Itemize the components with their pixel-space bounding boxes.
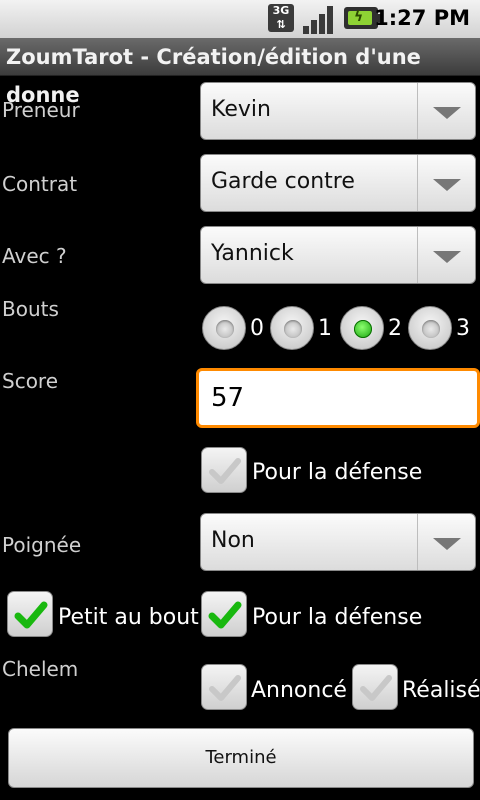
status-time: 1:27 PM: [374, 6, 470, 30]
status-bar: 3G ⇅ ϟ 1:27 PM: [0, 0, 480, 38]
check-mark-icon: [360, 675, 392, 701]
petit-au-bout-label: Petit au bout: [58, 605, 199, 630]
preneur-spinner[interactable]: Kevin: [200, 82, 476, 140]
poignee-value: Non: [211, 528, 255, 553]
chelem-realise-checkbox[interactable]: [352, 664, 398, 710]
petit-au-bout-checkbox[interactable]: [7, 591, 53, 637]
bouts-radio-3-label: 3: [456, 316, 470, 341]
bouts-radio-1-label: 1: [318, 316, 332, 341]
network-3g-icon: 3G ⇅: [268, 4, 294, 32]
dropdown-arrow-icon: [433, 538, 461, 550]
score-defense-checkbox[interactable]: [201, 447, 247, 493]
poignee-label: Poignée: [2, 533, 82, 557]
dropdown-arrow-icon: [433, 251, 461, 263]
bouts-radio-2-label: 2: [388, 316, 402, 341]
bouts-radio-3[interactable]: [408, 306, 452, 350]
check-mark-icon: [14, 601, 48, 629]
score-defense-label: Pour la défense: [252, 460, 423, 485]
chelem-label: Chelem: [2, 657, 79, 681]
preneur-label: Preneur: [2, 98, 80, 122]
avec-spinner[interactable]: Yannick: [200, 226, 476, 284]
chelem-annonce-checkbox[interactable]: [201, 664, 247, 710]
check-mark-icon: [209, 458, 241, 484]
battery-charging-icon: ϟ: [344, 7, 382, 29]
signal-strength-icon: [303, 4, 339, 34]
check-mark-icon: [208, 601, 242, 629]
app-title: ZoumTarot - Création/édition d'une donne: [0, 38, 480, 107]
preneur-value: Kevin: [211, 97, 271, 122]
chelem-annonce-label: Annoncé: [251, 678, 347, 703]
avec-label: Avec ?: [2, 244, 67, 268]
contrat-value: Garde contre: [211, 169, 355, 194]
bouts-radio-0[interactable]: [202, 306, 246, 350]
petit-defense-checkbox[interactable]: [201, 591, 247, 637]
chelem-realise-label: Réalisé: [402, 678, 480, 703]
poignee-spinner[interactable]: Non: [200, 513, 476, 571]
bouts-radio-0-label: 0: [250, 316, 264, 341]
avec-value: Yannick: [211, 241, 294, 266]
score-label: Score: [2, 369, 59, 393]
dropdown-arrow-icon: [433, 179, 461, 191]
contrat-spinner[interactable]: Garde contre: [200, 154, 476, 212]
petit-defense-label: Pour la défense: [252, 605, 423, 630]
check-mark-icon: [209, 675, 241, 701]
bouts-radio-2[interactable]: [340, 306, 384, 350]
dropdown-arrow-icon: [433, 107, 461, 119]
contrat-label: Contrat: [2, 172, 78, 196]
done-button[interactable]: Terminé: [8, 728, 474, 788]
bouts-radio-1[interactable]: [270, 306, 314, 350]
score-input[interactable]: 57: [196, 368, 480, 428]
bouts-label: Bouts: [2, 297, 59, 321]
